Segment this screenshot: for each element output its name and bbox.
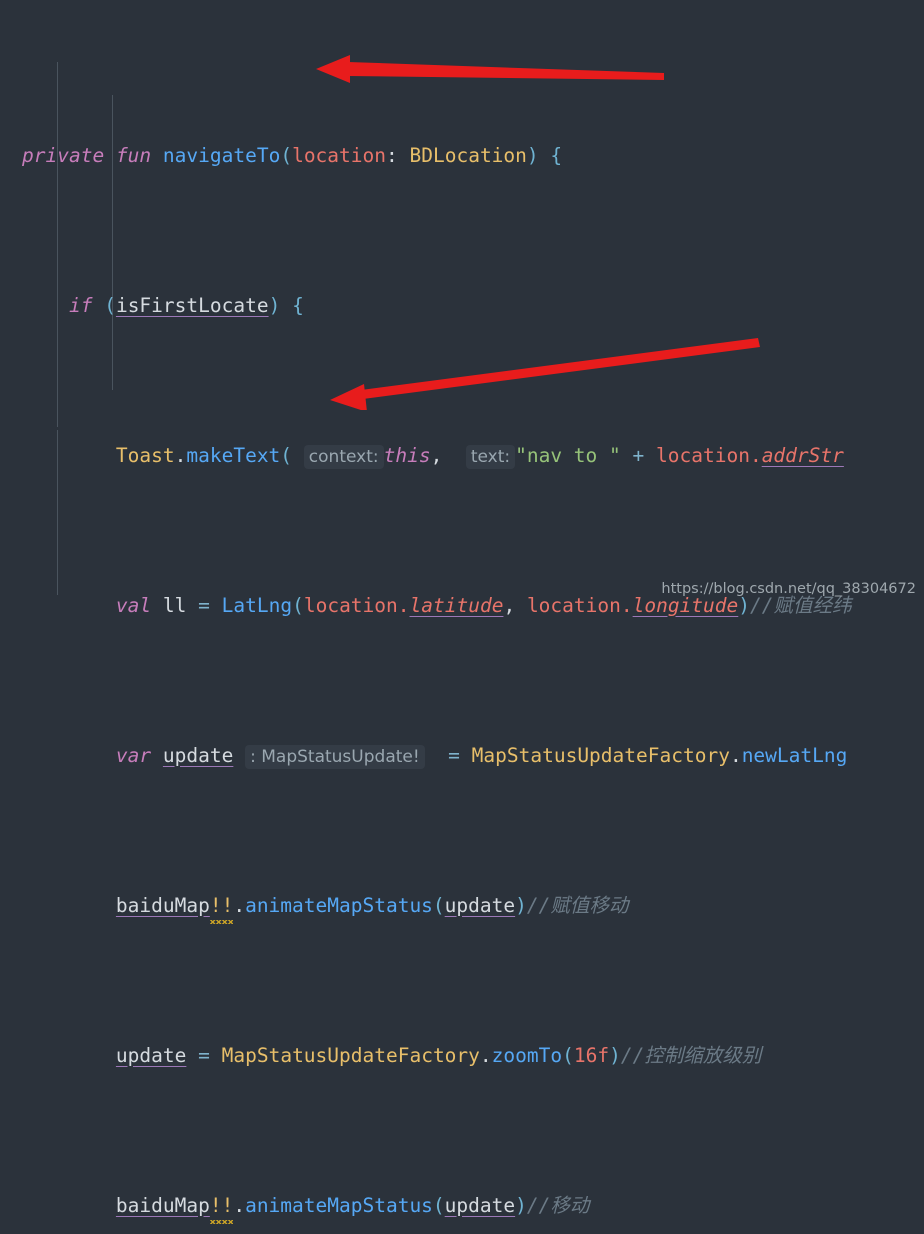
token-rparen-7: ) xyxy=(609,1043,621,1067)
token-rparen-2: ) xyxy=(268,293,281,317)
token-var-update-2: update xyxy=(444,893,516,917)
token-var-baidumap-2: baiduMap xyxy=(115,1193,210,1217)
token-keyword-this: this xyxy=(383,443,431,467)
token-function-animatemapstatus-2: animateMapStatus xyxy=(245,1193,433,1217)
token-ident-location-3: location xyxy=(526,593,621,617)
token-dot-7: . xyxy=(479,1043,492,1067)
token-dot-8: . xyxy=(233,1193,246,1217)
code-editor-pane[interactable]: private fun navigateTo(location: BDLocat… xyxy=(0,0,924,1217)
token-lbrace: { xyxy=(550,143,563,167)
token-keyword-fun: fun xyxy=(115,143,152,167)
code-line-6[interactable]: baiduMap!!.animateMapStatus(update)//赋值移… xyxy=(0,887,852,925)
code-content[interactable]: private fun navigateTo(location: BDLocat… xyxy=(0,0,852,1234)
token-type-mapstatusupdatefactory-2: MapStatusUpdateFactory xyxy=(221,1043,480,1067)
token-function-newlatlng: newLatLng xyxy=(741,743,848,767)
comment-assign-move: //赋值移动 xyxy=(526,893,629,917)
token-function-navigateto: navigateTo xyxy=(162,143,281,167)
token-lparen-6: ( xyxy=(432,893,445,917)
inlay-hint-mapstatusupdate-type[interactable]: : MapStatusUpdate! xyxy=(245,744,425,769)
token-keyword-private: private xyxy=(22,143,105,167)
comment-zoom-level: //控制缩放级别 xyxy=(620,1043,762,1067)
token-var-isfirstlocate: isFirstLocate xyxy=(115,293,269,317)
code-line-8[interactable]: baiduMap!!.animateMapStatus(update)//移动 xyxy=(0,1187,852,1225)
csdn-watermark: https://blog.csdn.net/qq_38304672 xyxy=(661,581,916,597)
token-rparen-8: ) xyxy=(515,1193,527,1217)
token-dot-6: . xyxy=(233,893,246,917)
token-lparen: ( xyxy=(280,143,293,167)
token-notnull-assert-2: !! xyxy=(209,1193,234,1217)
token-keyword-var: var xyxy=(115,743,152,767)
token-string-navto: "nav to " xyxy=(515,443,621,467)
token-operator-eq-3: = xyxy=(198,1043,210,1067)
token-function-latlng: LatLng xyxy=(221,593,293,617)
token-param-location: location xyxy=(292,143,386,167)
token-comma-1: , xyxy=(430,443,443,467)
token-lparen-7: ( xyxy=(562,1043,574,1067)
token-var-ll: ll xyxy=(162,593,187,617)
token-type-mapstatusupdatefactory-1: MapStatusUpdateFactory xyxy=(471,743,730,767)
token-var-update-4: update xyxy=(444,1193,516,1217)
token-dot-5: . xyxy=(729,743,742,767)
token-dot-4: . xyxy=(620,593,633,617)
token-lparen-3: ( xyxy=(280,443,293,467)
token-dot-3: . xyxy=(397,593,410,617)
token-lparen-2: ( xyxy=(104,293,116,317)
token-operator-plus: + xyxy=(632,443,645,467)
token-keyword-val-1: val xyxy=(115,593,152,617)
token-function-maketext: makeText xyxy=(186,443,281,467)
token-lparen-4: ( xyxy=(292,593,304,617)
token-lbrace-2: { xyxy=(292,293,304,317)
token-ident-location-1: location xyxy=(656,443,750,467)
token-dot-1: . xyxy=(174,443,187,467)
code-line-5[interactable]: var update : MapStatusUpdate! = MapStatu… xyxy=(0,737,852,775)
token-operator-eq-1: = xyxy=(198,593,210,617)
token-keyword-if: if xyxy=(68,293,93,317)
token-rparen: ) xyxy=(526,143,539,167)
code-line-7[interactable]: update = MapStatusUpdateFactory.zoomTo(1… xyxy=(0,1037,852,1075)
code-line-1[interactable]: private fun navigateTo(location: BDLocat… xyxy=(0,137,852,175)
token-operator-eq-2: = xyxy=(448,743,460,767)
inlay-hint-context[interactable]: context: xyxy=(303,444,384,469)
code-line-3[interactable]: Toast.makeText( context: this, text: "nav … xyxy=(0,437,852,475)
token-function-animatemapstatus-1: animateMapStatus xyxy=(245,893,433,917)
token-notnull-assert-1: !! xyxy=(209,893,234,917)
token-comma-2: , xyxy=(503,593,516,617)
code-line-2[interactable]: if (isFirstLocate) { xyxy=(0,287,852,325)
token-colon: : xyxy=(386,143,398,167)
token-type-toast: Toast xyxy=(115,443,175,467)
comment-move: //移动 xyxy=(526,1193,590,1217)
token-lparen-8: ( xyxy=(432,1193,445,1217)
token-ident-location-2: location xyxy=(303,593,398,617)
token-rparen-6: ) xyxy=(515,893,527,917)
token-dot-2: . xyxy=(749,443,762,467)
token-type-bdlocation: BDLocation xyxy=(409,143,527,167)
token-var-update-1: update xyxy=(162,743,234,767)
inlay-hint-text[interactable]: text: xyxy=(465,444,516,469)
token-field-addrstr: addrStr xyxy=(761,443,844,467)
token-number-16f: 16f xyxy=(573,1043,610,1067)
token-var-update-3: update xyxy=(115,1043,187,1067)
token-field-latitude-1: latitude xyxy=(409,593,504,617)
token-function-zoomto: zoomTo xyxy=(491,1043,563,1067)
token-var-baidumap-1: baiduMap xyxy=(115,893,210,917)
